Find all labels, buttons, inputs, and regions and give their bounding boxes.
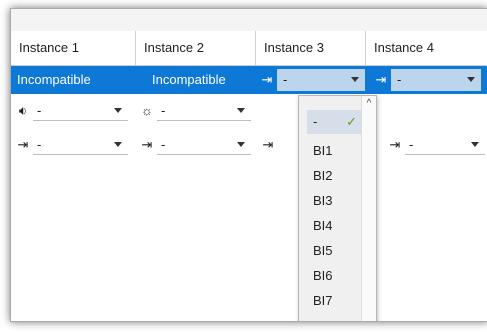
instance-1-combo-row2[interactable]: - (33, 101, 128, 121)
combo-value: - (37, 137, 42, 152)
input-icon: ⇥ (262, 137, 274, 152)
cell-incompatible-1: Incompatible (17, 72, 91, 87)
input-icon: ⇥ (141, 137, 153, 152)
instance-4-combo-value: - (397, 72, 402, 87)
grid-header: Instance 1 Instance 2 Instance 3 Instanc… (11, 31, 487, 66)
chevron-down-icon (351, 77, 359, 82)
combo-value: - (37, 103, 42, 118)
input-icon: ⇥ (17, 137, 29, 152)
input-icon: ⇥ (261, 72, 273, 87)
table-row: ⇥ - ⇥ - ⇥ ⇥ - (11, 131, 487, 159)
chevron-down-icon (237, 142, 245, 147)
cell-incompatible-2: Incompatible (152, 72, 226, 87)
input-icon: ⇥ (389, 137, 401, 152)
chevron-down-icon (114, 142, 122, 147)
table-row-selected[interactable]: Incompatible Incompatible ⇥ - ⇥ - (11, 66, 487, 94)
instance-3-combo[interactable]: - (277, 69, 365, 91)
chevron-down-icon (471, 142, 479, 147)
instance-3-dropdown-list[interactable]: - ✓ BI1 BI2 BI3 BI4 BI5 BI6 BI7 ^ (298, 95, 377, 321)
column-header-instance-2[interactable]: Instance 2 (136, 31, 256, 65)
dropdown-option-selected[interactable]: - ✓ (307, 110, 361, 134)
combo-value: - (161, 103, 166, 118)
check-icon: ✓ (346, 114, 357, 129)
config-grid-window: Instance 1 Instance 2 Instance 3 Instanc… (10, 8, 487, 322)
instance-4-combo-row3[interactable]: - (405, 135, 485, 155)
input-icon: ⇥ (375, 72, 387, 87)
instance-3-combo-value: - (283, 72, 288, 87)
dropdown-option[interactable]: BI3 (307, 190, 361, 212)
dropdown-option[interactable]: BI6 (307, 265, 361, 287)
dropdown-option[interactable]: BI2 (307, 165, 361, 187)
dropdown-option[interactable]: BI7 (307, 290, 361, 312)
table-row: 🔉︎ - ☼ - (11, 97, 487, 125)
instance-2-combo-row2[interactable]: - (157, 101, 251, 121)
instance-2-combo-row3[interactable]: - (157, 135, 251, 155)
dropdown-option[interactable]: BI5 (307, 240, 361, 262)
option-label: - (313, 114, 318, 129)
combo-value: - (161, 137, 166, 152)
dropdown-option[interactable]: BI4 (307, 215, 361, 237)
chevron-up-icon[interactable]: ^ (362, 98, 376, 110)
sound-icon: 🔉︎ (18, 103, 28, 118)
column-header-instance-4[interactable]: Instance 4 (366, 31, 487, 65)
sun-icon: ☼ (141, 103, 153, 118)
dropdown-option[interactable]: BI1 (307, 140, 361, 162)
dropdown-options: - ✓ BI1 BI2 BI3 BI4 BI5 BI6 BI7 (299, 96, 362, 321)
chevron-down-icon (114, 108, 122, 113)
chevron-down-icon (467, 77, 475, 82)
column-header-instance-3[interactable]: Instance 3 (256, 31, 366, 65)
instance-1-combo-row3[interactable]: - (33, 135, 128, 155)
window-top-strip (11, 9, 487, 32)
combo-value: - (409, 137, 414, 152)
dropdown-scrollbar[interactable]: ^ (361, 96, 376, 321)
column-header-instance-1[interactable]: Instance 1 (11, 31, 136, 65)
chevron-down-icon (237, 108, 245, 113)
instance-4-combo[interactable]: - (391, 69, 481, 91)
